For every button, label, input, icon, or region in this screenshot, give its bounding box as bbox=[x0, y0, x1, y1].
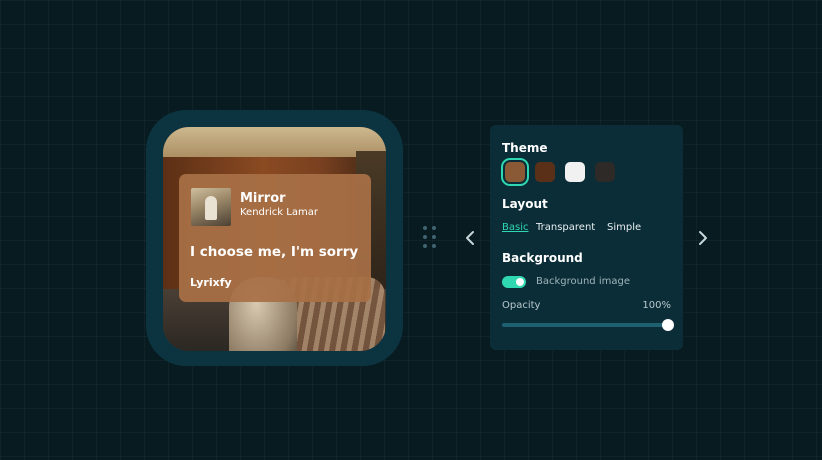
lyric-line: I choose me, I'm sorry bbox=[190, 244, 359, 260]
chevron-right-icon[interactable] bbox=[696, 229, 710, 247]
song-artist: Kendrick Lamar bbox=[240, 207, 318, 218]
opacity-slider-fill bbox=[502, 323, 668, 327]
theme-swatch-dark-brown[interactable] bbox=[535, 162, 555, 182]
opacity-label: Opacity bbox=[502, 300, 541, 311]
theme-swatch-charcoal[interactable] bbox=[595, 162, 615, 182]
layout-option-transparent[interactable]: Transparent bbox=[536, 222, 595, 233]
background-image-toggle[interactable] bbox=[502, 276, 526, 288]
brand-label: Lyrixfy bbox=[190, 276, 232, 289]
chevron-left-icon[interactable] bbox=[463, 229, 477, 247]
background-heading: Background bbox=[502, 251, 583, 265]
layout-heading: Layout bbox=[502, 197, 548, 211]
layout-option-basic[interactable]: Basic bbox=[502, 222, 528, 233]
theme-heading: Theme bbox=[502, 141, 548, 155]
background-photo: Mirror Kendrick Lamar I choose me, I'm s… bbox=[163, 127, 386, 351]
opacity-value: 100% bbox=[642, 300, 671, 311]
lyric-card: Mirror Kendrick Lamar I choose me, I'm s… bbox=[179, 174, 371, 302]
opacity-slider-thumb[interactable] bbox=[662, 319, 674, 331]
drag-handle-icon[interactable] bbox=[423, 226, 439, 252]
opacity-slider[interactable] bbox=[502, 319, 674, 331]
background-image-label: Background image bbox=[536, 276, 630, 287]
album-art bbox=[191, 188, 231, 226]
settings-panel: Theme Layout Basic Transparent Simple Ba… bbox=[490, 125, 683, 350]
toggle-knob bbox=[516, 278, 524, 286]
layout-option-simple[interactable]: Simple bbox=[607, 222, 641, 233]
theme-swatch-brown[interactable] bbox=[505, 162, 525, 182]
widget-frame: Mirror Kendrick Lamar I choose me, I'm s… bbox=[146, 110, 403, 366]
song-title: Mirror bbox=[240, 191, 286, 206]
theme-swatch-white[interactable] bbox=[565, 162, 585, 182]
